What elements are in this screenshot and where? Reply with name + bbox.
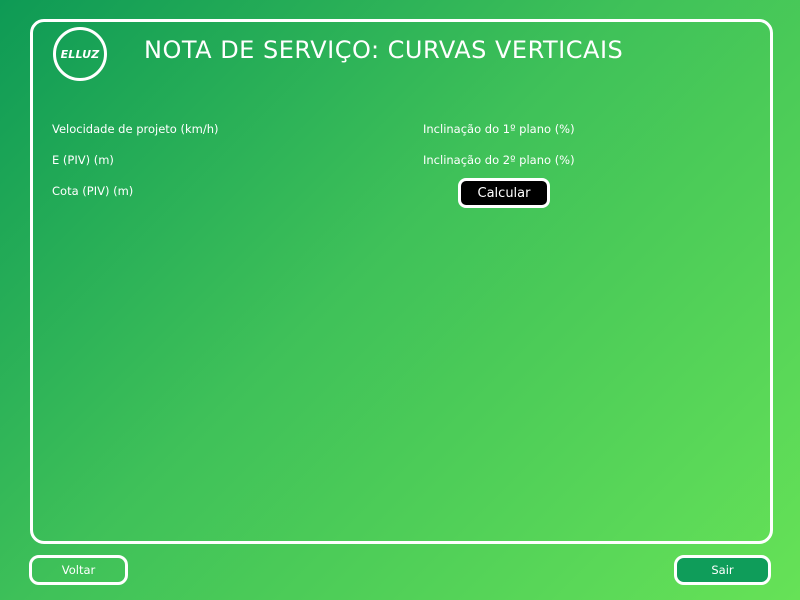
piv-elevation-label: Cota (PIV) (m) — [52, 184, 134, 198]
elluz-logo: ELLUZ — [53, 27, 107, 81]
back-button[interactable]: Voltar — [29, 555, 128, 585]
design-speed-label: Velocidade de projeto (km/h) — [52, 122, 219, 136]
calculate-button[interactable]: Calcular — [458, 178, 550, 208]
piv-station-label: E (PIV) (m) — [52, 153, 114, 167]
exit-button[interactable]: Sair — [674, 555, 771, 585]
main-panel — [30, 19, 773, 544]
second-grade-label: Inclinação do 2º plano (%) — [423, 153, 575, 167]
logo-text: ELLUZ — [60, 47, 100, 61]
first-grade-label: Inclinação do 1º plano (%) — [423, 122, 575, 136]
page-title: NOTA DE SERVIÇO: CURVAS VERTICAIS — [144, 36, 624, 64]
